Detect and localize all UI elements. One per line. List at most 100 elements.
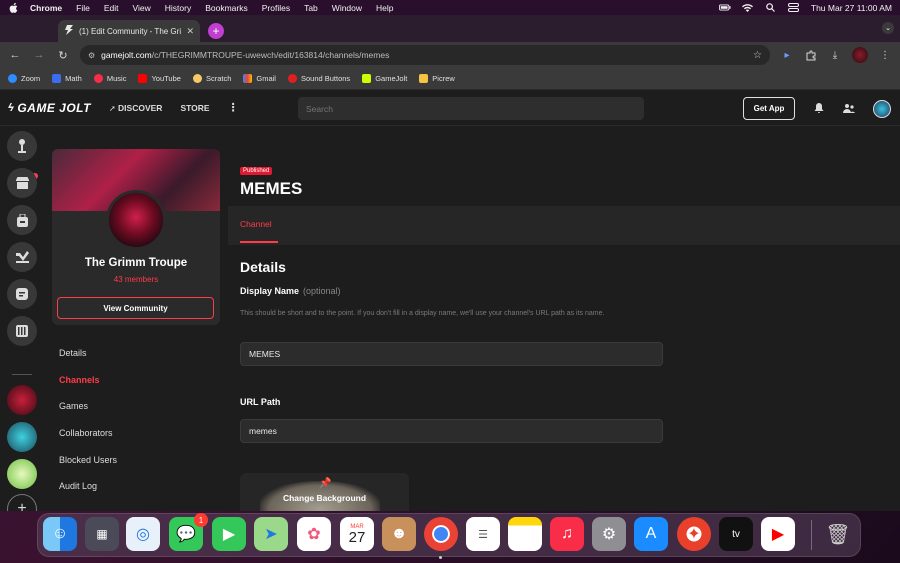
nav-discover[interactable]: ➚ DISCOVER xyxy=(109,103,162,113)
user-avatar[interactable] xyxy=(873,100,891,118)
app-store-icon[interactable]: A xyxy=(634,517,668,551)
rail-community-3[interactable] xyxy=(7,459,37,489)
get-app-button[interactable]: Get App xyxy=(743,97,795,120)
address-bar[interactable]: ⚙ gamejolt.com/c/THEGRIMMTROUPE-uwewch/e… xyxy=(80,45,770,65)
bookmark-zoom[interactable]: Zoom xyxy=(8,74,40,83)
reminders-icon[interactable]: ☰ xyxy=(466,517,500,551)
forward-icon[interactable]: → xyxy=(32,48,46,62)
menu-tab[interactable]: Tab xyxy=(304,3,318,13)
reload-icon[interactable]: ↻ xyxy=(56,48,70,62)
trash-icon[interactable]: 🗑 xyxy=(821,517,855,551)
menu-view[interactable]: View xyxy=(132,3,150,13)
apple-tv-icon[interactable]: tv xyxy=(719,517,753,551)
tab-search-chevron-icon[interactable]: ⌄ xyxy=(882,22,894,34)
rail-home-icon[interactable] xyxy=(7,131,37,161)
menu-help[interactable]: Help xyxy=(376,3,393,13)
tab-close-icon[interactable]: ✕ xyxy=(186,26,194,37)
new-tab-button[interactable]: + xyxy=(208,23,224,39)
bookmark-picrew[interactable]: Picrew xyxy=(419,74,455,83)
bookmark-star-icon[interactable]: ☆ xyxy=(753,50,762,61)
facetime-icon[interactable]: ▶ xyxy=(212,517,246,551)
finder-icon[interactable]: ☺ xyxy=(43,517,77,551)
safari-icon[interactable]: ◎ xyxy=(126,517,160,551)
bookmark-youtube[interactable]: YouTube xyxy=(138,74,181,83)
display-name-field[interactable]: MEMES xyxy=(240,342,663,366)
rail-community-2[interactable] xyxy=(7,422,37,452)
youtube-app-icon[interactable]: ▶ xyxy=(761,517,795,551)
view-community-button[interactable]: View Community xyxy=(57,297,214,319)
more-menu-icon[interactable]: ⋮ xyxy=(228,101,239,114)
nav-blocked-users[interactable]: Blocked Users xyxy=(59,446,117,473)
nav-collaborators[interactable]: Collaborators xyxy=(59,420,117,447)
menu-profiles[interactable]: Profiles xyxy=(262,3,290,13)
nav-games[interactable]: Games xyxy=(59,393,117,420)
menu-edit[interactable]: Edit xyxy=(104,3,119,13)
community-avatar[interactable] xyxy=(106,190,166,250)
rail-library-icon[interactable] xyxy=(7,316,37,346)
music-icon[interactable]: ♫ xyxy=(550,517,584,551)
bookmark-music[interactable]: Music xyxy=(93,74,126,83)
contacts-icon[interactable]: ☻ xyxy=(382,517,416,551)
back-icon[interactable]: ← xyxy=(8,48,22,62)
menu-history[interactable]: History xyxy=(165,3,191,13)
rail-chat-icon[interactable] xyxy=(7,279,37,309)
system-settings-icon[interactable]: ⚙ xyxy=(592,517,626,551)
left-rail: + xyxy=(0,126,44,511)
control-center-icon[interactable] xyxy=(788,3,800,12)
extension-arrow-icon[interactable]: ▸ xyxy=(780,48,794,62)
maps-icon[interactable]: ➤ xyxy=(254,517,288,551)
bookmark-gmail[interactable]: Gmail xyxy=(243,74,276,83)
bookmark-scratch[interactable]: Scratch xyxy=(192,74,231,83)
gamejolt-logo[interactable]: ϟ GAME JOLT xyxy=(8,101,91,115)
search-input[interactable] xyxy=(298,97,644,120)
apple-icon[interactable] xyxy=(8,2,18,13)
nav-channels[interactable]: Channels xyxy=(59,367,117,394)
rail-quests-icon[interactable] xyxy=(7,242,37,272)
friends-icon[interactable] xyxy=(843,102,855,114)
bookmark-math[interactable]: Math xyxy=(52,74,82,83)
bookmark-gamejolt[interactable]: GameJolt xyxy=(362,74,407,83)
chrome-icon[interactable] xyxy=(424,517,458,551)
menubar-clock[interactable]: Thu Mar 27 11:00 AM xyxy=(811,3,892,13)
section-title: Details xyxy=(240,259,286,275)
tab-channel[interactable]: Channel xyxy=(240,219,272,229)
bell-icon[interactable] xyxy=(813,102,825,114)
rail-backpack-icon[interactable] xyxy=(7,205,37,235)
chrome-menu-icon[interactable]: ⋮ xyxy=(878,48,892,62)
extensions-puzzle-icon[interactable] xyxy=(804,48,818,62)
community-members[interactable]: 43 members xyxy=(52,275,220,284)
chrome-running-dot xyxy=(439,556,442,559)
browser-tab-active[interactable]: (1) Edit Community - The Gri ✕ xyxy=(58,20,200,42)
site-info-icon[interactable]: ⚙ xyxy=(88,51,95,60)
community-card: The Grimm Troupe 43 members View Communi… xyxy=(52,149,220,325)
bookmark-sound-buttons[interactable]: Sound Buttons xyxy=(287,74,350,83)
menu-app-name[interactable]: Chrome xyxy=(30,3,62,13)
community-name[interactable]: The Grimm Troupe xyxy=(52,257,220,269)
dock-separator xyxy=(811,520,812,550)
calendar-icon[interactable]: MAR 27 xyxy=(340,517,374,551)
battery-icon[interactable] xyxy=(718,4,731,12)
gmail-favicon-icon xyxy=(243,74,253,83)
change-background-button[interactable]: 📌 Change Background xyxy=(240,473,409,511)
community-edit-nav: Details Channels Games Collaborators Blo… xyxy=(59,340,117,500)
channel-tab-bar xyxy=(228,206,900,245)
rail-add-community-icon[interactable]: + xyxy=(7,494,37,511)
profile-avatar[interactable] xyxy=(852,47,868,63)
photos-icon[interactable]: ✿ xyxy=(297,517,331,551)
menu-file[interactable]: File xyxy=(76,3,90,13)
wifi-icon[interactable] xyxy=(742,3,754,12)
url-path-field[interactable]: memes xyxy=(240,419,663,443)
rail-store-icon[interactable] xyxy=(7,168,37,198)
macos-menubar: Chrome File Edit View History Bookmarks … xyxy=(0,0,900,15)
menu-window[interactable]: Window xyxy=(332,3,362,13)
nav-audit-log[interactable]: Audit Log xyxy=(59,473,117,500)
download-icon[interactable]: ⤓ xyxy=(828,48,842,62)
search-icon[interactable] xyxy=(765,3,777,12)
menu-bookmarks[interactable]: Bookmarks xyxy=(205,3,248,13)
launchpad-icon[interactable]: ▦ xyxy=(85,517,119,551)
nav-store[interactable]: STORE xyxy=(180,103,209,113)
compass-app-icon[interactable]: ✦ xyxy=(677,517,711,551)
nav-details[interactable]: Details xyxy=(59,340,117,367)
notes-icon[interactable] xyxy=(508,517,542,551)
rail-community-grimm[interactable] xyxy=(7,385,37,415)
